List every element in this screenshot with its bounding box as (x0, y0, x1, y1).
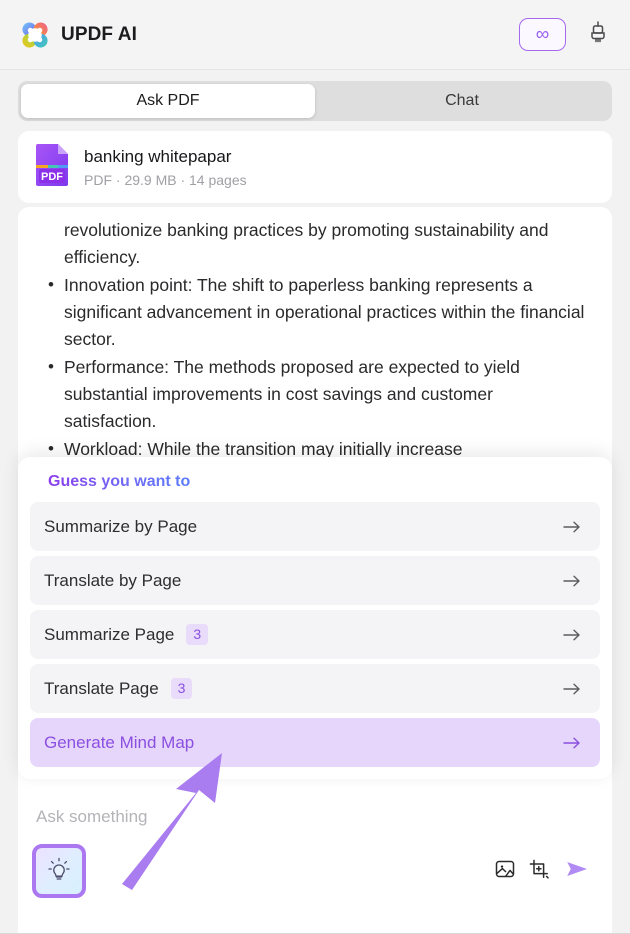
ai-suggestions-button[interactable] (32, 844, 86, 898)
suggestion-summarize-page[interactable]: Summarize Page 3 (30, 610, 600, 659)
list-item: Innovation point: The shift to paperless… (46, 271, 590, 353)
suggestion-label: Summarize by Page (44, 516, 198, 536)
scan-area-icon (527, 857, 551, 886)
arrow-right-icon (562, 627, 582, 643)
arrow-right-icon (562, 681, 582, 697)
document-bullet-list: Innovation point: The shift to paperless… (46, 271, 590, 463)
send-icon (564, 857, 590, 886)
file-subtitle: PDF · 29.9 MB · 14 pages (84, 171, 247, 188)
composer (18, 788, 612, 906)
suggestion-label: Translate Page (44, 678, 159, 698)
unlimited-credits-button[interactable]: ∞ (519, 18, 566, 51)
suggestions-list: Summarize by Page Translate by Page Summ… (30, 502, 600, 767)
attached-file-card[interactable]: PDF banking whitepapar PDF · 29.9 MB · 1… (18, 131, 612, 203)
file-meta: banking whitepapar PDF · 29.9 MB · 14 pa… (84, 147, 247, 188)
mode-tabs: Ask PDF Chat (18, 81, 612, 121)
tab-chat[interactable]: Chat (315, 84, 609, 118)
app-header: UPDF AI ∞ (0, 0, 630, 70)
image-icon (493, 857, 517, 886)
status-badge: 3 (170, 678, 193, 699)
tab-ask-pdf-label: Ask PDF (136, 92, 200, 109)
status-badge: 3 (186, 624, 209, 645)
suggestion-label: Generate Mind Map (44, 732, 195, 752)
lightbulb-icon (46, 856, 72, 887)
suggestions-title: Guess you want to (30, 473, 192, 491)
screenshot-area-button[interactable] (522, 854, 556, 888)
insert-image-button[interactable] (488, 854, 522, 888)
updf-clover-logo-icon (20, 20, 50, 50)
arrow-right-icon (562, 519, 582, 535)
arrow-right-icon (562, 573, 582, 589)
search-input[interactable] (36, 804, 594, 830)
file-name: banking whitepapar (84, 146, 232, 166)
suggestion-summarize-by-page[interactable]: Summarize by Page (30, 502, 600, 551)
brush-icon (588, 20, 608, 49)
clear-chat-brush-button[interactable] (584, 20, 612, 50)
svg-text:PDF: PDF (41, 171, 63, 183)
suggestion-translate-page[interactable]: Translate Page 3 (30, 664, 600, 713)
composer-toolbar (32, 830, 594, 898)
suggestions-panel: Guess you want to Summarize by Page Tran… (18, 457, 612, 779)
mode-tabs-container: Ask PDF Chat (0, 70, 630, 121)
document-paragraph: revolutionize banking practices by promo… (64, 220, 549, 267)
arrow-right-icon (562, 735, 582, 751)
suggestion-generate-mind-map[interactable]: Generate Mind Map (30, 718, 600, 767)
suggestion-label: Translate by Page (44, 570, 182, 590)
updf-ai-panel: UPDF AI ∞ Ask PDF Chat PDF banking white… (0, 0, 630, 934)
suggestion-translate-by-page[interactable]: Translate by Page (30, 556, 600, 605)
pdf-file-icon: PDF (34, 143, 70, 192)
app-brand: UPDF AI (20, 20, 137, 50)
tab-chat-label: Chat (445, 92, 479, 109)
infinity-icon: ∞ (535, 24, 550, 45)
list-item: Performance: The methods proposed are ex… (46, 353, 590, 435)
send-button[interactable] (560, 854, 594, 888)
suggestion-label: Summarize Page (44, 624, 175, 644)
page-title: UPDF AI (61, 23, 137, 45)
tab-ask-pdf[interactable]: Ask PDF (21, 84, 315, 118)
